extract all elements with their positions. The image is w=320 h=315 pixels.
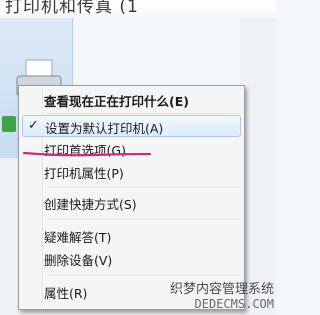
watermark-url: DEDECMS.COM xyxy=(194,297,274,311)
annotation-underline xyxy=(22,151,152,157)
menu-item-label: 设置为默认打印机(A) xyxy=(45,121,164,136)
menu-item-label: 疑难解答(T) xyxy=(44,230,112,245)
menu-item-label: 查看现在正在打印什么(E) xyxy=(44,94,189,109)
menu-separator xyxy=(47,187,240,189)
menu-item-set-default-printer[interactable]: ✓ 设置为默认打印机(A) xyxy=(22,115,241,137)
watermark: 织梦内容管理系统 DEDECMS.COM xyxy=(168,278,274,311)
menu-item-remove-device[interactable]: 删除设备(V) xyxy=(22,248,241,270)
default-printer-check-icon xyxy=(2,116,16,132)
menu-separator xyxy=(47,275,240,277)
window-right-area xyxy=(240,18,276,315)
menu-item-label: 删除设备(V) xyxy=(44,253,113,268)
window-header-text: 打印机和传真 (1 xyxy=(5,0,139,17)
menu-item-label: 属性(R) xyxy=(44,286,88,301)
menu-item-label: 打印机属性(P) xyxy=(44,166,124,181)
watermark-text: 织梦内容管理系统 xyxy=(169,282,274,297)
checkmark-icon: ✓ xyxy=(28,118,39,133)
context-menu: 查看现在正在打印什么(E) ✓ 设置为默认打印机(A) 打印首选项(G) 打印机… xyxy=(18,85,245,310)
window-bottom-area xyxy=(0,158,20,315)
menu-item-troubleshoot[interactable]: 疑难解答(T) xyxy=(22,225,241,247)
menu-separator xyxy=(47,219,240,221)
menu-item-see-whats-printing[interactable]: 查看现在正在打印什么(E) xyxy=(22,89,241,111)
menu-item-printer-properties[interactable]: 打印机属性(P) xyxy=(22,161,241,183)
menu-item-create-shortcut[interactable]: 创建快捷方式(S) xyxy=(22,192,241,214)
menu-item-label: 创建快捷方式(S) xyxy=(44,197,137,212)
